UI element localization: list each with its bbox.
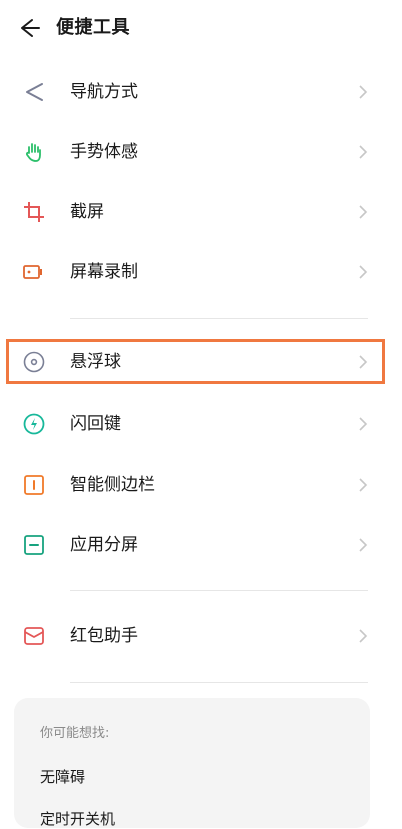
list-item-label: 应用分屏: [70, 535, 138, 555]
highlight-box: [6, 339, 385, 384]
navigation-icon: [26, 83, 43, 101]
header-bar: 便捷工具: [0, 0, 402, 56]
suggestions-heading: 你可能想找:: [40, 726, 110, 741]
section-divider: [70, 318, 368, 319]
suggestion-link-scheduled-power[interactable]: 定时开关机: [40, 808, 115, 829]
hand-icon: [26, 143, 41, 162]
section-divider: [70, 682, 368, 683]
page-title: 便捷工具: [56, 17, 130, 38]
chevron-right-icon: [359, 205, 368, 219]
chevron-right-icon: [359, 417, 368, 431]
list-item-label: 智能侧边栏: [70, 475, 155, 495]
list-item-flashback-key[interactable]: 闪回键: [0, 394, 402, 454]
list-item-navigation-mode[interactable]: 导航方式: [0, 62, 402, 122]
chevron-right-icon: [359, 145, 368, 159]
list-item-label: 红包助手: [70, 626, 138, 646]
list-item-label: 屏幕录制: [70, 262, 138, 282]
chevron-right-icon: [359, 85, 368, 99]
back-arrow-icon[interactable]: [14, 14, 42, 42]
list-item-red-envelope-assistant[interactable]: 红包助手: [0, 606, 402, 666]
suggestions-card: 你可能想找: 无障碍 定时开关机: [14, 698, 370, 828]
suggestion-link-accessibility[interactable]: 无障碍: [40, 766, 85, 787]
list-item-label: 闪回键: [70, 414, 121, 434]
chevron-right-icon: [359, 478, 368, 492]
crop-icon: [24, 202, 44, 222]
screen-record-icon: [23, 265, 42, 279]
chevron-right-icon: [359, 265, 368, 279]
list-item-split-screen[interactable]: 应用分屏: [0, 515, 402, 575]
split-screen-icon: [24, 535, 44, 555]
chevron-right-icon: [359, 629, 368, 643]
list-item-screen-record[interactable]: 屏幕录制: [0, 242, 402, 302]
list-item-smart-sidebar[interactable]: 智能侧边栏: [0, 455, 402, 515]
chevron-right-icon: [359, 538, 368, 552]
list-item-label: 手势体感: [70, 142, 138, 162]
section-divider: [70, 590, 368, 591]
sidebar-icon: [24, 475, 44, 495]
list-item-label: 截屏: [70, 202, 104, 222]
list-item-label: 导航方式: [70, 82, 138, 102]
list-item-gesture[interactable]: 手势体感: [0, 122, 402, 182]
red-envelope-icon: [24, 627, 44, 645]
flashback-icon: [23, 413, 45, 435]
list-item-screenshot[interactable]: 截屏: [0, 182, 402, 242]
